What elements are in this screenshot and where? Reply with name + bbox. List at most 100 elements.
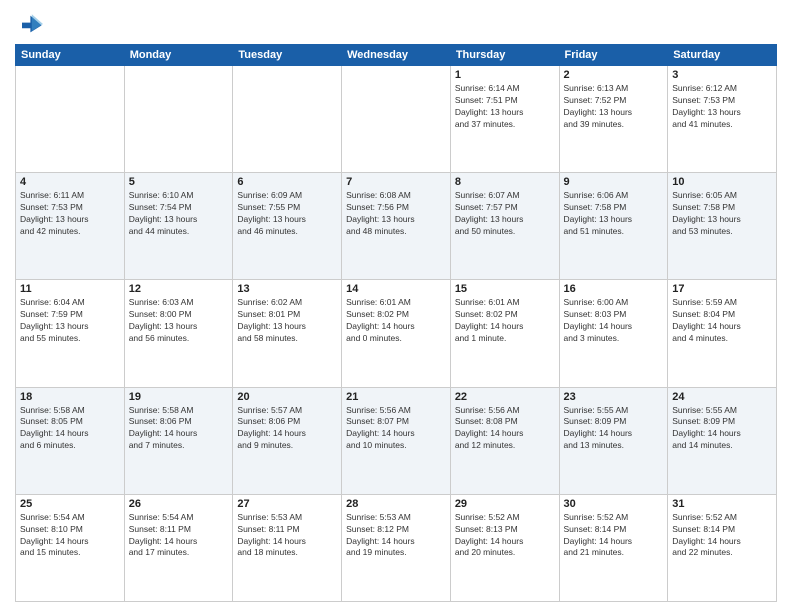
day-info: Sunrise: 5:58 AM Sunset: 8:06 PM Dayligh… [129, 405, 229, 453]
day-info: Sunrise: 5:56 AM Sunset: 8:08 PM Dayligh… [455, 405, 555, 453]
day-cell: 26 Sunrise: 5:54 AM Sunset: 8:11 PM Dayli… [124, 494, 233, 601]
logo [15, 10, 45, 38]
day-info: Sunrise: 5:55 AM Sunset: 8:09 PM Dayligh… [564, 405, 664, 453]
day-cell: 28Sunrise: 5:53 AM Sunset: 8:12 PM Dayli… [342, 494, 451, 601]
day-number: 22 [455, 391, 555, 403]
day-cell: 15 Sunrise: 6:01 AM Sunset: 8:02 PM Dayli… [450, 280, 559, 387]
day-cell: 24Sunrise: 5:55 AM Sunset: 8:09 PM Dayli… [668, 387, 777, 494]
day-number: 1 [455, 69, 555, 81]
day-number: 8 [455, 176, 555, 188]
day-info: Sunrise: 5:55 AM Sunset: 8:09 PM Dayligh… [672, 405, 772, 453]
day-number: 3 [672, 69, 772, 81]
day-cell: 13 Sunrise: 6:02 AM Sunset: 8:01 PM Dayli… [233, 280, 342, 387]
day-info: Sunrise: 6:01 AM Sunset: 8:02 PM Dayligh… [455, 297, 555, 345]
day-cell: 25Sunrise: 5:54 AM Sunset: 8:10 PM Dayli… [16, 494, 125, 601]
day-info: Sunrise: 6:09 AM Sunset: 7:55 PM Dayligh… [237, 190, 337, 238]
day-number: 20 [237, 391, 337, 403]
day-info: Sunrise: 5:57 AM Sunset: 8:06 PM Dayligh… [237, 405, 337, 453]
day-cell: 12 Sunrise: 6:03 AM Sunset: 8:00 PM Dayli… [124, 280, 233, 387]
day-cell: 14 Sunrise: 6:01 AM Sunset: 8:02 PM Dayli… [342, 280, 451, 387]
day-cell: 11 Sunrise: 6:04 AM Sunset: 7:59 PM Dayli… [16, 280, 125, 387]
day-cell: 19 Sunrise: 5:58 AM Sunset: 8:06 PM Dayli… [124, 387, 233, 494]
weekday-header-thursday: Thursday [450, 45, 559, 66]
week-row-1: 1Sunrise: 6:14 AM Sunset: 7:51 PM Daylig… [16, 66, 777, 173]
day-cell: 27Sunrise: 5:53 AM Sunset: 8:11 PM Dayli… [233, 494, 342, 601]
day-info: Sunrise: 6:12 AM Sunset: 7:53 PM Dayligh… [672, 83, 772, 131]
day-info: Sunrise: 6:06 AM Sunset: 7:58 PM Dayligh… [564, 190, 664, 238]
weekday-header-monday: Monday [124, 45, 233, 66]
day-cell: 4 Sunrise: 6:11 AM Sunset: 7:53 PM Daylig… [16, 173, 125, 280]
day-info: Sunrise: 5:58 AM Sunset: 8:05 PM Dayligh… [20, 405, 120, 453]
day-info: Sunrise: 6:10 AM Sunset: 7:54 PM Dayligh… [129, 190, 229, 238]
day-cell: 23 Sunrise: 5:55 AM Sunset: 8:09 PM Dayli… [559, 387, 668, 494]
day-cell: 9 Sunrise: 6:06 AM Sunset: 7:58 PM Daylig… [559, 173, 668, 280]
day-cell [342, 66, 451, 173]
calendar-table: SundayMondayTuesdayWednesdayThursdayFrid… [15, 44, 777, 602]
calendar-page: SundayMondayTuesdayWednesdayThursdayFrid… [0, 0, 792, 612]
day-info: Sunrise: 5:56 AM Sunset: 8:07 PM Dayligh… [346, 405, 446, 453]
day-cell: 10 Sunrise: 6:05 AM Sunset: 7:58 PM Dayli… [668, 173, 777, 280]
day-info: Sunrise: 6:05 AM Sunset: 7:58 PM Dayligh… [672, 190, 772, 238]
day-info: Sunrise: 6:11 AM Sunset: 7:53 PM Dayligh… [20, 190, 120, 238]
day-number: 15 [455, 283, 555, 295]
day-info: Sunrise: 6:04 AM Sunset: 7:59 PM Dayligh… [20, 297, 120, 345]
weekday-header-row: SundayMondayTuesdayWednesdayThursdayFrid… [16, 45, 777, 66]
day-cell: 7 Sunrise: 6:08 AM Sunset: 7:56 PM Daylig… [342, 173, 451, 280]
day-number: 7 [346, 176, 446, 188]
week-row-4: 18Sunrise: 5:58 AM Sunset: 8:05 PM Dayli… [16, 387, 777, 494]
day-cell: 21 Sunrise: 5:56 AM Sunset: 8:07 PM Dayli… [342, 387, 451, 494]
day-number: 2 [564, 69, 664, 81]
day-cell: 20 Sunrise: 5:57 AM Sunset: 8:06 PM Dayli… [233, 387, 342, 494]
day-number: 21 [346, 391, 446, 403]
day-number: 30 [564, 498, 664, 510]
day-info: Sunrise: 5:52 AM Sunset: 8:14 PM Dayligh… [672, 512, 772, 560]
day-number: 12 [129, 283, 229, 295]
weekday-header-tuesday: Tuesday [233, 45, 342, 66]
day-info: Sunrise: 5:52 AM Sunset: 8:13 PM Dayligh… [455, 512, 555, 560]
day-number: 6 [237, 176, 337, 188]
day-info: Sunrise: 5:52 AM Sunset: 8:14 PM Dayligh… [564, 512, 664, 560]
day-info: Sunrise: 6:00 AM Sunset: 8:03 PM Dayligh… [564, 297, 664, 345]
day-number: 9 [564, 176, 664, 188]
day-number: 10 [672, 176, 772, 188]
week-row-2: 4 Sunrise: 6:11 AM Sunset: 7:53 PM Daylig… [16, 173, 777, 280]
day-number: 14 [346, 283, 446, 295]
logo-icon [15, 10, 43, 38]
day-cell [124, 66, 233, 173]
day-cell [233, 66, 342, 173]
week-row-5: 25Sunrise: 5:54 AM Sunset: 8:10 PM Dayli… [16, 494, 777, 601]
day-number: 11 [20, 283, 120, 295]
day-number: 23 [564, 391, 664, 403]
day-info: Sunrise: 5:54 AM Sunset: 8:11 PM Dayligh… [129, 512, 229, 560]
day-number: 5 [129, 176, 229, 188]
day-info: Sunrise: 6:01 AM Sunset: 8:02 PM Dayligh… [346, 297, 446, 345]
day-cell: 18Sunrise: 5:58 AM Sunset: 8:05 PM Dayli… [16, 387, 125, 494]
day-number: 19 [129, 391, 229, 403]
day-number: 17 [672, 283, 772, 295]
day-info: Sunrise: 6:02 AM Sunset: 8:01 PM Dayligh… [237, 297, 337, 345]
day-info: Sunrise: 5:59 AM Sunset: 8:04 PM Dayligh… [672, 297, 772, 345]
day-cell [16, 66, 125, 173]
day-cell: 2 Sunrise: 6:13 AM Sunset: 7:52 PM Daylig… [559, 66, 668, 173]
day-number: 31 [672, 498, 772, 510]
day-number: 4 [20, 176, 120, 188]
day-info: Sunrise: 6:13 AM Sunset: 7:52 PM Dayligh… [564, 83, 664, 131]
header [15, 10, 777, 38]
weekday-header-friday: Friday [559, 45, 668, 66]
day-number: 25 [20, 498, 120, 510]
day-cell: 17 Sunrise: 5:59 AM Sunset: 8:04 PM Dayli… [668, 280, 777, 387]
weekday-header-wednesday: Wednesday [342, 45, 451, 66]
day-number: 29 [455, 498, 555, 510]
day-cell: 1Sunrise: 6:14 AM Sunset: 7:51 PM Daylig… [450, 66, 559, 173]
day-info: Sunrise: 6:03 AM Sunset: 8:00 PM Dayligh… [129, 297, 229, 345]
day-number: 16 [564, 283, 664, 295]
day-number: 13 [237, 283, 337, 295]
week-row-3: 11 Sunrise: 6:04 AM Sunset: 7:59 PM Dayli… [16, 280, 777, 387]
day-info: Sunrise: 5:53 AM Sunset: 8:12 PM Dayligh… [346, 512, 446, 560]
day-cell: 16 Sunrise: 6:00 AM Sunset: 8:03 PM Dayli… [559, 280, 668, 387]
day-info: Sunrise: 6:08 AM Sunset: 7:56 PM Dayligh… [346, 190, 446, 238]
day-cell: 22 Sunrise: 5:56 AM Sunset: 8:08 PM Dayli… [450, 387, 559, 494]
day-cell: 31 Sunrise: 5:52 AM Sunset: 8:14 PM Dayli… [668, 494, 777, 601]
day-cell: 3 Sunrise: 6:12 AM Sunset: 7:53 PM Daylig… [668, 66, 777, 173]
day-number: 26 [129, 498, 229, 510]
